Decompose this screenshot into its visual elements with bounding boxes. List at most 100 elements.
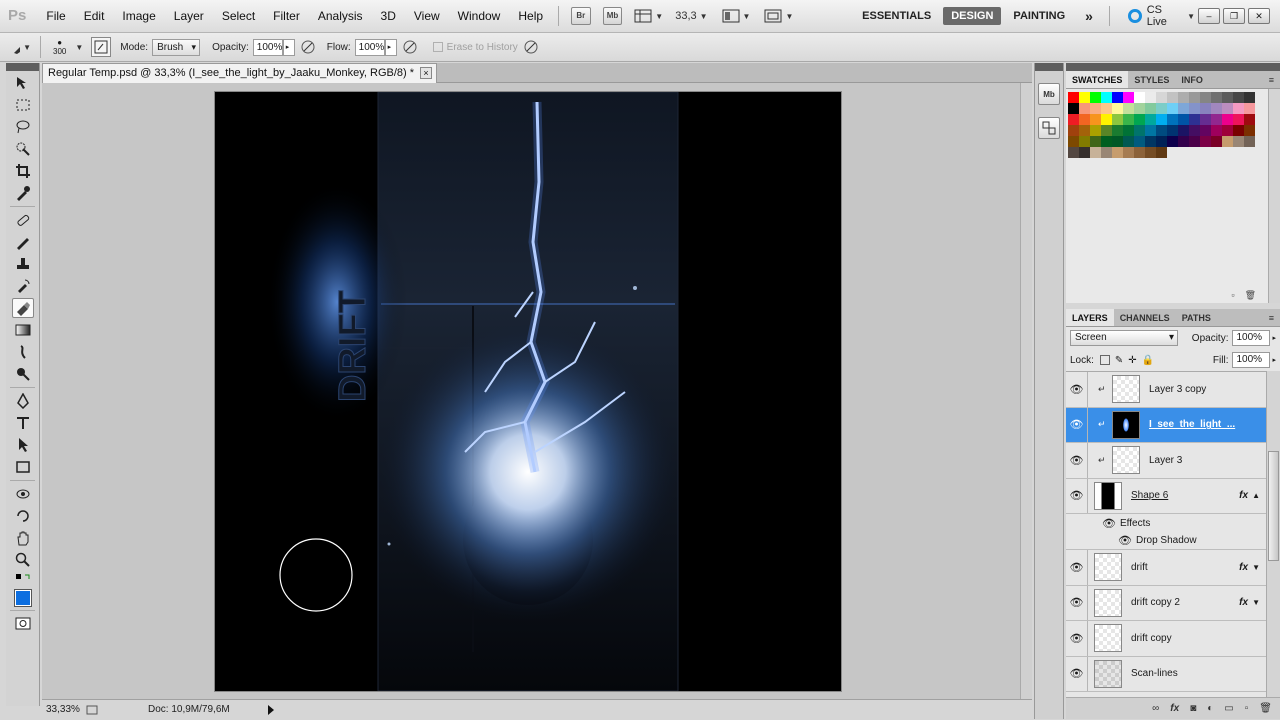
brush-tool-alt[interactable] (12, 232, 34, 252)
menu-filter[interactable]: Filter (264, 0, 309, 33)
color-swatch[interactable] (1189, 114, 1200, 125)
new-layer-icon[interactable]: ▫ (1245, 703, 1249, 714)
color-swatch[interactable] (1167, 136, 1178, 147)
fx-icon[interactable]: fx (1239, 597, 1248, 608)
drop-shadow-row[interactable]: 👁 Drop Shadow (1066, 532, 1266, 550)
color-swatch[interactable] (1167, 103, 1178, 114)
color-swatch[interactable] (1145, 147, 1156, 158)
adjustment-layer-icon[interactable]: ◐ (1207, 703, 1213, 714)
opacity-pressure-button[interactable] (298, 37, 318, 57)
color-swatch[interactable] (1156, 114, 1167, 125)
color-swatch[interactable] (1112, 136, 1123, 147)
visibility-toggle[interactable]: 👁 (1066, 478, 1088, 513)
color-swatch[interactable] (1090, 147, 1101, 158)
blend-mode-select[interactable]: Screen (1070, 330, 1178, 346)
fx-icon[interactable]: fx (1239, 490, 1248, 501)
color-swatch[interactable] (1112, 103, 1123, 114)
color-swatch[interactable] (1200, 125, 1211, 136)
color-swatch[interactable] (1134, 125, 1145, 136)
color-swatch[interactable] (1244, 136, 1255, 147)
quick-selection-tool[interactable] (12, 139, 34, 159)
color-swatch[interactable] (1101, 92, 1112, 103)
workspace-essentials[interactable]: ESSENTIALS (854, 7, 939, 25)
color-swatch[interactable] (1222, 103, 1233, 114)
fill-input[interactable]: 100% (1232, 352, 1271, 368)
shape-tool[interactable] (12, 457, 34, 477)
zoom-tool[interactable] (12, 550, 34, 570)
color-swatch[interactable] (1211, 125, 1222, 136)
color-swatch[interactable] (1211, 103, 1222, 114)
color-swatch[interactable] (1145, 136, 1156, 147)
color-swatch[interactable] (1112, 114, 1123, 125)
opacity-stepper-icon[interactable]: ▸ (1272, 334, 1276, 342)
dodge-tool[interactable] (12, 364, 34, 384)
trash-icon[interactable]: 🗑 (1245, 290, 1256, 301)
eraser-tool[interactable] (12, 298, 34, 318)
visibility-toggle[interactable]: 👁 (1066, 656, 1088, 691)
color-swatch[interactable] (1233, 114, 1244, 125)
lock-all-icon[interactable]: 🔒 (1142, 355, 1154, 366)
tab-layers[interactable]: LAYERS (1066, 309, 1114, 326)
flow-input[interactable]: 100% (354, 38, 385, 56)
color-swatch[interactable] (1079, 125, 1090, 136)
color-swatch[interactable] (1156, 147, 1167, 158)
color-swatch[interactable] (1112, 92, 1123, 103)
color-swatch[interactable] (1145, 114, 1156, 125)
menu-help[interactable]: Help (509, 0, 552, 33)
color-swatch[interactable] (1134, 136, 1145, 147)
color-swatch[interactable] (1112, 125, 1123, 136)
visibility-toggle[interactable]: 👁 (1066, 621, 1088, 656)
gradient-tool[interactable] (12, 320, 34, 340)
color-swatch[interactable] (1200, 114, 1211, 125)
color-swatch[interactable] (1145, 103, 1156, 114)
color-swatch[interactable] (1090, 103, 1101, 114)
color-swatch[interactable] (1123, 136, 1134, 147)
layer-row[interactable]: 👁 ↵ Layer 3 copy (1066, 372, 1266, 408)
arrange-documents-button[interactable]: ▼ (722, 9, 750, 23)
color-swatch[interactable] (1090, 92, 1101, 103)
eyedropper-tool[interactable] (12, 183, 34, 203)
color-swatch[interactable] (1134, 103, 1145, 114)
color-swatch[interactable] (1178, 92, 1189, 103)
color-swatch[interactable] (1178, 103, 1189, 114)
tools-panel-header[interactable] (6, 63, 39, 71)
close-button[interactable]: ✕ (1248, 8, 1270, 24)
color-swatch[interactable] (1222, 114, 1233, 125)
color-swatch[interactable] (1134, 92, 1145, 103)
minimize-button[interactable]: – (1198, 8, 1220, 24)
pen-tool[interactable] (12, 391, 34, 411)
color-swatch[interactable] (1090, 125, 1101, 136)
color-swatch[interactable] (1233, 125, 1244, 136)
color-swatch[interactable] (1156, 136, 1167, 147)
layer-row[interactable]: 👁 Shape 6 fx ▲ (1066, 478, 1266, 514)
color-swatch[interactable] (1233, 136, 1244, 147)
color-swatch[interactable] (1145, 92, 1156, 103)
panel-menu-icon[interactable]: ≡ (1269, 309, 1280, 326)
menu-3d[interactable]: 3D (372, 0, 405, 33)
menu-window[interactable]: Window (449, 0, 510, 33)
visibility-toggle[interactable]: 👁 (1066, 407, 1088, 442)
color-swatch[interactable] (1079, 103, 1090, 114)
visibility-toggle[interactable]: 👁 (1066, 550, 1088, 585)
menu-image[interactable]: Image (113, 0, 164, 33)
color-swatch[interactable] (1101, 114, 1112, 125)
layer-row[interactable]: 👁 Scan-lines (1066, 656, 1266, 692)
document-tab[interactable]: Regular Temp.psd @ 33,3% (I_see_the_ligh… (42, 63, 438, 83)
lock-position-icon[interactable]: ✛ (1128, 355, 1136, 366)
color-swatch[interactable] (1233, 92, 1244, 103)
layers-scroll-thumb[interactable] (1268, 451, 1279, 561)
visibility-toggle[interactable]: 👁 (1066, 585, 1088, 620)
color-swatch[interactable] (1244, 114, 1255, 125)
color-swatch[interactable] (1222, 136, 1233, 147)
history-brush-tool[interactable] (12, 276, 34, 296)
eye-icon[interactable]: 👁 (1102, 517, 1116, 530)
color-swatch[interactable] (1068, 125, 1079, 136)
color-swatch[interactable] (1211, 92, 1222, 103)
tab-channels[interactable]: CHANNELS (1114, 309, 1176, 326)
color-swatch[interactable] (1200, 103, 1211, 114)
zoom-level[interactable]: 33,3 ▼ (675, 10, 707, 22)
marquee-tool[interactable] (12, 95, 34, 115)
lock-pixels-icon[interactable]: ✎ (1115, 355, 1123, 366)
menu-view[interactable]: View (405, 0, 449, 33)
mode-select[interactable]: Brush (152, 38, 201, 56)
